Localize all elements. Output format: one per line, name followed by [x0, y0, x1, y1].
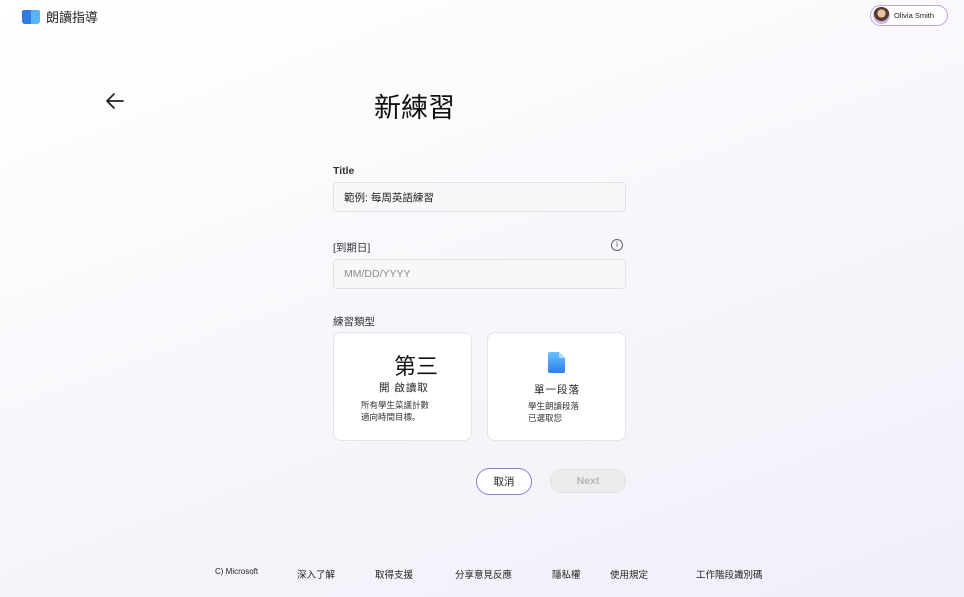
- avatar: [873, 7, 890, 24]
- get-support-link[interactable]: 取得支援: [375, 567, 413, 581]
- card-desc-line: 所有學生菜議計數: [361, 400, 430, 410]
- card-desc-line: 已選取您: [528, 413, 563, 423]
- title-label: Title: [333, 165, 355, 177]
- due-date-input[interactable]: MM/DD/YYYY: [333, 259, 626, 289]
- title-input[interactable]: 範例: 每周英語練習: [333, 182, 626, 212]
- app-logo[interactable]: 朗讀指導: [22, 7, 98, 26]
- top-bar: 朗讀指導 Olivia Smith: [0, 0, 964, 32]
- terms-link[interactable]: 使用規定: [610, 567, 648, 581]
- single-passage-card[interactable]: 單一段落 學生朗讀段落 已選取您: [487, 332, 626, 441]
- due-date-label: [到期日]: [333, 242, 371, 254]
- card-description: 所有學生菜議計數 適向時間目標。: [361, 399, 429, 423]
- next-button[interactable]: Next: [550, 469, 626, 493]
- open-reading-card[interactable]: 第三 開 啟讀取 所有學生菜議計數 適向時間目標。: [333, 332, 472, 441]
- card-icon-text: 第三: [394, 354, 439, 379]
- card-description: 學生朗讀段落 已選取您: [528, 400, 579, 424]
- user-account-button[interactable]: Olivia Smith: [870, 5, 948, 26]
- info-icon[interactable]: i: [611, 239, 623, 251]
- session-id-link[interactable]: 工作階段識別碼: [696, 567, 763, 581]
- user-name: Olivia Smith: [894, 11, 935, 20]
- app-title: 朗讀指導: [46, 10, 99, 25]
- privacy-link[interactable]: 隱私權: [552, 567, 581, 581]
- feedback-link[interactable]: 分享意見反應: [455, 567, 512, 581]
- learn-more-link[interactable]: 深入了解: [297, 567, 335, 581]
- back-arrow-icon[interactable]: [105, 92, 125, 110]
- card-desc-line: 學生朗讀段落: [528, 401, 580, 411]
- cancel-button[interactable]: 取消: [476, 468, 532, 495]
- page-title: 新練習: [374, 93, 455, 123]
- copyright-text: C) Microsoft: [215, 567, 259, 576]
- card-title: 單一段落: [534, 384, 580, 396]
- practice-type-label: 練習類型: [333, 316, 375, 328]
- book-icon: [22, 9, 40, 25]
- card-title: 開 啟讀取: [379, 382, 429, 394]
- card-desc-line: 適向時間目標。: [361, 412, 421, 422]
- document-icon: [548, 352, 565, 373]
